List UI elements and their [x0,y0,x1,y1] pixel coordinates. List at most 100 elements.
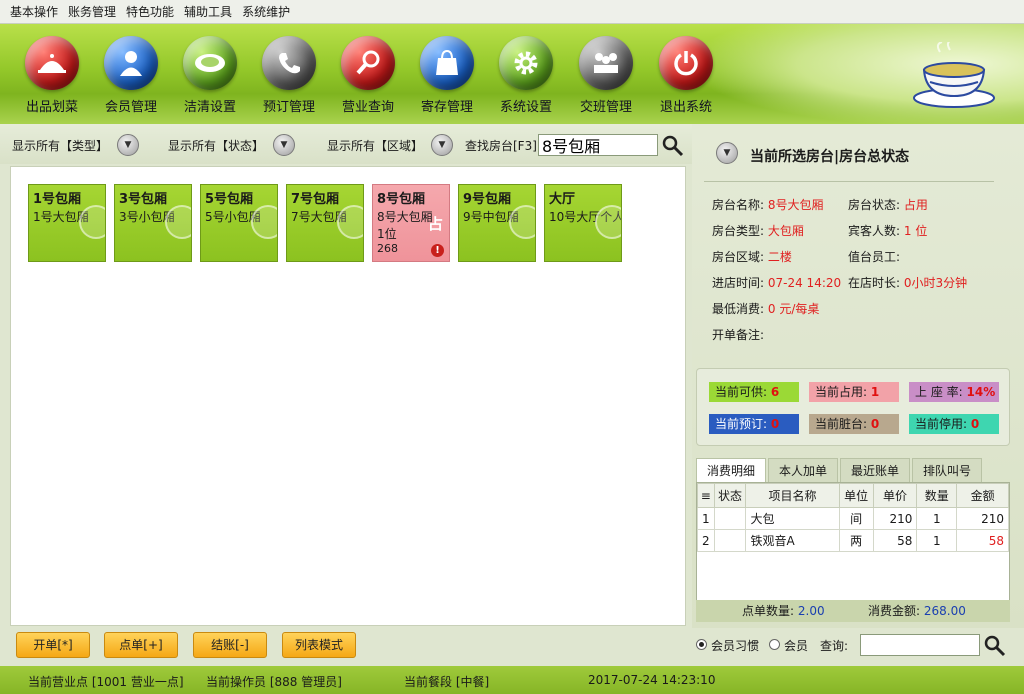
member-radio[interactable] [769,639,780,650]
room-area-label: 房台区域: 二楼 [712,250,792,264]
area-dropdown-icon[interactable]: ▼ [431,134,453,156]
room-tile-selected[interactable]: 8号包厢 8号大包厢 1位 268 占 ! [372,184,450,262]
open-order-button[interactable]: 开单[*] [16,632,90,658]
room-tile[interactable]: 7号包厢 7号大包厢 [286,184,364,262]
system-settings-button[interactable]: 系统设置 [488,36,564,115]
panel-dropdown-icon[interactable]: ▼ [716,142,738,164]
search-icon[interactable] [662,135,684,157]
room-decor-icon [337,205,363,239]
detail-tabs: 消费明细 本人加单 最近账单 排队叫号 [696,458,1016,482]
period-status: 当前餐段 [中餐] [404,675,490,689]
occupied-badge: 占 [427,215,443,233]
occupied-count[interactable]: 当前占用: 1 [809,382,899,402]
menu-tools[interactable]: 辅助工具 [184,3,232,20]
shift-handover-button[interactable]: 交班管理 [568,36,644,115]
col-status[interactable]: 状态 [713,483,747,508]
add-item-button[interactable]: 点单[+] [104,632,178,658]
query-label: 查询: [820,639,849,653]
col-item[interactable]: 项目名称 [745,483,840,508]
disabled-count[interactable]: 当前停用: 0 [909,414,999,434]
occupancy-rate: 上 座 率: 14% [909,382,999,402]
col-qty[interactable]: 数量 [916,483,958,508]
area-filter-label[interactable]: 显示所有【区域】 [327,137,423,154]
reservation-button[interactable]: 预订管理 [251,36,327,115]
cell-unit: 间 [838,507,874,530]
room-name: 1号包厢 [33,192,82,207]
storage-management-button[interactable]: 寄存管理 [409,36,485,115]
cell-item: 铁观音A [745,529,840,552]
room-tile[interactable]: 大厅 10号大厅个人 [544,184,622,262]
list-mode-button[interactable]: 列表模式 [282,632,356,658]
member-management-button[interactable]: 会员管理 [93,36,169,115]
room-decor-icon [165,205,191,239]
tab-consumption[interactable]: 消费明细 [696,458,766,482]
col-amount[interactable]: 金额 [956,483,1009,508]
type-filter-label[interactable]: 显示所有【类型】 [12,137,108,154]
tab-self-add[interactable]: 本人加单 [768,458,838,482]
cell-status [713,507,747,530]
tab-queue[interactable]: 排队叫号 [912,458,982,482]
row-number: 1 [697,507,715,530]
room-decor-icon [79,205,105,239]
order-total: 消费金额: 268.00 [868,604,966,618]
room-grid: 1号包厢 1号大包厢 3号包厢 3号小包厢 5号包厢 5号小包厢 7号包厢 7号… [10,166,686,626]
tab-recent-bills[interactable]: 最近账单 [840,458,910,482]
menu-basic-ops[interactable]: 基本操作 [10,3,58,20]
room-type-label: 房台类型: 大包厢 [712,224,804,238]
person-icon [104,36,158,90]
main-toolbar: 出品划菜 会员管理 洁清设置 预订管理 营业查询 寄存管理 系统设置 交班管理 … [0,24,1024,124]
room-guests: 1位 [377,227,397,241]
cell-status [713,529,747,552]
exit-system-button[interactable]: 退出系统 [648,36,724,115]
alert-icon: ! [431,244,444,257]
room-tile[interactable]: 3号包厢 3号小包厢 [114,184,192,262]
reserved-count[interactable]: 当前预订: 0 [709,414,799,434]
order-count: 点单数量: 2.00 [742,604,825,618]
table-row[interactable]: 1 大包 间 210 1 210 [697,507,1009,530]
menu-maintenance[interactable]: 系统维护 [242,3,290,20]
member-label: 会员 [784,639,809,653]
room-name-label: 房台名称: 8号大包厢 [712,198,824,212]
member-habit-radio[interactable] [696,639,707,650]
menu-accounts[interactable]: 账务管理 [68,3,116,20]
table-header: ≡ 状态 项目名称 单位 单价 数量 金额 [697,483,1009,508]
menu-special[interactable]: 特色功能 [126,3,174,20]
checkout-button[interactable]: 结账[-] [193,632,267,658]
table-row[interactable]: 2 铁观音A 两 58 1 58 [697,529,1009,552]
operator-status: 当前操作员 [888 管理员] [206,675,342,689]
business-query-button[interactable]: 营业查询 [330,36,406,115]
row-number: 2 [697,529,715,552]
room-tile[interactable]: 1号包厢 1号大包厢 [28,184,106,262]
status-filter-label[interactable]: 显示所有【状态】 [168,137,264,154]
status-dropdown-icon[interactable]: ▼ [273,134,295,156]
col-unit[interactable]: 单位 [838,483,874,508]
cell-price: 210 [872,507,918,530]
cell-unit: 两 [838,529,874,552]
room-decor-icon [595,205,621,239]
dish-serving-button[interactable]: 出品划菜 [14,36,90,115]
room-state-label: 房台状态: 占用 [848,198,928,212]
waiter-label: 值台员工: [848,250,901,264]
room-tile[interactable]: 9号包厢 9号中包厢 [458,184,536,262]
cell-amount: 58 [956,529,1009,552]
menu-bar: 基本操作 账务管理 特色功能 辅助工具 系统维护 [0,0,1024,24]
dirty-count[interactable]: 当前脏台: 0 [809,414,899,434]
datetime-status: 2017-07-24 14:23:10 [588,673,716,687]
available-count[interactable]: 当前可供: 6 [709,382,799,402]
room-search-input[interactable] [538,134,658,156]
query-search-icon[interactable] [984,635,1006,657]
guest-count-label: 宾客人数: 1 位 [848,224,928,238]
room-decor-icon [251,205,277,239]
status-summary: 当前可供: 6 当前占用: 1 上 座 率: 14% 当前预订: 0 当前脏台:… [696,368,1010,446]
cell-qty: 1 [916,507,958,530]
type-dropdown-icon[interactable]: ▼ [117,134,139,156]
search-room-label: 查找房台[F3] [465,139,537,153]
action-bar: 开单[*] 点单[+] 结账[-] 列表模式 [0,628,692,662]
people-icon [579,36,633,90]
gear-icon [499,36,553,90]
col-price[interactable]: 单价 [872,483,918,508]
query-input[interactable] [860,634,980,656]
cleaning-settings-button[interactable]: 洁清设置 [172,36,248,115]
room-tile[interactable]: 5号包厢 5号小包厢 [200,184,278,262]
outlet-status: 当前营业点 [1001 营业一点] [28,675,184,689]
